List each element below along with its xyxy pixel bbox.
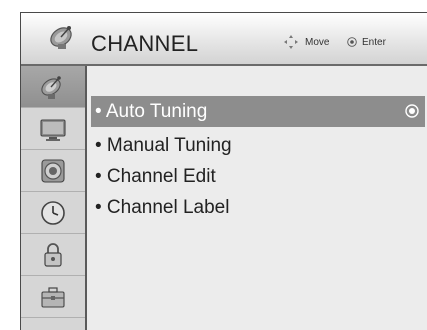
menu-item-label: • Manual Tuning xyxy=(95,135,232,156)
move-hint-label: Move xyxy=(305,37,330,48)
menu-item-label: • Channel Edit xyxy=(95,166,216,187)
clock-icon xyxy=(41,200,65,225)
speaker-icon xyxy=(41,158,65,183)
sidebar-item-setup[interactable] xyxy=(21,276,85,318)
category-sidebar xyxy=(21,66,87,330)
menu-item-channel-label[interactable]: • Channel Label xyxy=(91,192,425,223)
menu-item-auto-tuning[interactable]: • Auto Tuning xyxy=(91,96,425,127)
menu-item-channel-edit[interactable]: • Channel Edit xyxy=(91,161,425,192)
toolbox-icon xyxy=(41,286,65,308)
monitor-icon xyxy=(40,118,66,141)
menu-header: CHANNEL Move Enter xyxy=(21,13,427,66)
sidebar-item-audio[interactable] xyxy=(21,150,85,192)
move-arrows-icon xyxy=(284,35,298,49)
menu-item-label: • Auto Tuning xyxy=(95,101,208,122)
channel-menu-window: CHANNEL Move Enter • Auto Tuning • Manua… xyxy=(20,12,427,330)
menu-content: • Auto Tuning • Manual Tuning • Channel … xyxy=(87,66,427,330)
selected-radio-icon xyxy=(405,104,419,118)
page-title: CHANNEL xyxy=(91,31,199,56)
sidebar-item-time[interactable] xyxy=(21,192,85,234)
menu-item-label: • Channel Label xyxy=(95,197,230,218)
sidebar-item-lock[interactable] xyxy=(21,234,85,276)
sidebar-item-channel[interactable] xyxy=(21,66,85,108)
enter-hint-label: Enter xyxy=(362,37,386,48)
enter-button-icon xyxy=(347,37,357,47)
menu-item-manual-tuning[interactable]: • Manual Tuning xyxy=(91,130,425,161)
lock-icon xyxy=(44,242,62,267)
satellite-dish-icon xyxy=(50,26,72,49)
sidebar-item-picture[interactable] xyxy=(21,108,85,150)
satellite-dish-icon xyxy=(41,75,61,99)
